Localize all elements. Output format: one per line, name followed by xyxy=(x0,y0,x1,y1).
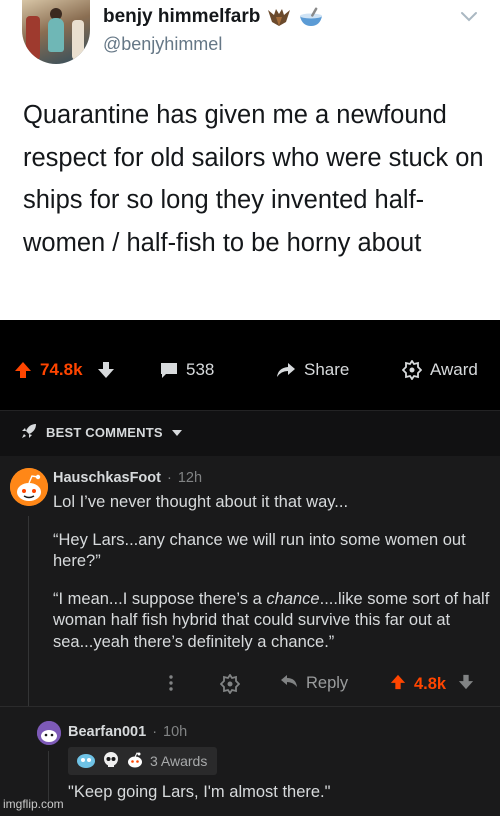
rocket-icon xyxy=(20,422,38,443)
separator-dot: · xyxy=(166,470,172,486)
post-action-bar: 74.8k 538 Share Award xyxy=(0,320,500,410)
reply-label: Reply xyxy=(306,674,349,692)
more-options-button[interactable] xyxy=(168,674,174,692)
upvote-icon[interactable] xyxy=(14,361,32,379)
post-score: 74.8k xyxy=(40,360,83,379)
share-button[interactable]: Share xyxy=(276,360,349,380)
chevron-down-icon[interactable] xyxy=(460,10,478,22)
awards-badge[interactable]: 3 Awards xyxy=(68,747,218,775)
comment-time: 12h xyxy=(177,470,203,486)
comment-paragraph: “I mean...I suppose there’s a chance....… xyxy=(53,589,493,654)
comment-author[interactable]: HauschkasFoot · 12h xyxy=(53,470,202,486)
snoo-avatar[interactable] xyxy=(37,721,61,745)
downvote-icon[interactable] xyxy=(97,361,115,379)
award-icon xyxy=(402,360,422,380)
tweet-text: Quarantine has given me a newfound respe… xyxy=(23,101,484,257)
tweet-display-name-text[interactable]: benjy himmelfarb xyxy=(103,6,260,28)
comment-paragraph: Lol I’ve never thought about it that way… xyxy=(53,493,349,511)
comment-award-button[interactable] xyxy=(219,673,241,699)
comment-icon xyxy=(160,361,178,379)
award-icon xyxy=(219,673,241,699)
comment-body: Lol I’ve never thought about it that way… xyxy=(53,492,493,669)
comment-author[interactable]: Bearfan001 · 10h xyxy=(68,724,187,740)
reply-button[interactable]: Reply xyxy=(280,674,348,693)
snoo-award-icon xyxy=(126,751,144,772)
reply-icon xyxy=(280,674,298,693)
award-label: Award xyxy=(430,360,478,379)
comment-author-name[interactable]: Bearfan001 xyxy=(68,724,146,740)
comment-sort-bar[interactable]: BEST COMMENTS xyxy=(0,410,500,457)
comment-score: 4.8k xyxy=(414,675,447,693)
comment-body: "Keep going Lars, I'm almost there." xyxy=(68,783,331,801)
downvote-icon[interactable] xyxy=(458,674,474,695)
comment: HauschkasFoot · 12h Lol I’ve never thoug… xyxy=(0,456,500,706)
separator-dot: · xyxy=(152,724,158,740)
tweet-card: benjy himmelfarb @benjyhimmel Quarantine… xyxy=(0,0,500,320)
tweet-handle[interactable]: @benjyhimmel xyxy=(103,34,222,55)
awards-count-label: 3 Awards xyxy=(150,753,208,769)
comment-text: “I mean...I suppose there’s a xyxy=(53,589,267,608)
bowl-icon xyxy=(298,6,324,28)
comments-button[interactable]: 538 xyxy=(160,360,214,380)
reply-comment: Bearfan001 · 10h 3 Awards "Keep going La… xyxy=(0,706,500,816)
comment-time: 10h xyxy=(163,724,188,740)
more-options-icon xyxy=(169,675,173,691)
thread-line[interactable] xyxy=(28,516,29,706)
bat-icon xyxy=(266,6,292,28)
caret-down-icon xyxy=(171,425,183,440)
comment-paragraph: “Hey Lars...any chance we will run into … xyxy=(53,530,466,571)
sort-label: BEST COMMENTS xyxy=(46,425,163,440)
comment-author-name[interactable]: HauschkasFoot xyxy=(53,470,161,486)
snoo-avatar[interactable] xyxy=(10,468,48,506)
watermark: imgflip.com xyxy=(3,797,64,811)
comment-vote-widget: 4.8k xyxy=(390,674,474,695)
share-label: Share xyxy=(304,360,350,379)
vote-widget: 74.8k xyxy=(14,360,115,380)
skull-award-icon xyxy=(102,751,120,772)
comment-emphasis: chance xyxy=(266,589,320,608)
tweet-display-name[interactable]: benjy himmelfarb xyxy=(103,6,324,28)
upvote-icon[interactable] xyxy=(390,674,406,695)
award-sticker-icon xyxy=(76,751,96,772)
share-icon xyxy=(276,362,296,378)
award-button[interactable]: Award xyxy=(402,360,478,380)
comment-count: 538 xyxy=(186,360,215,379)
tweet-author-avatar[interactable] xyxy=(22,0,90,64)
